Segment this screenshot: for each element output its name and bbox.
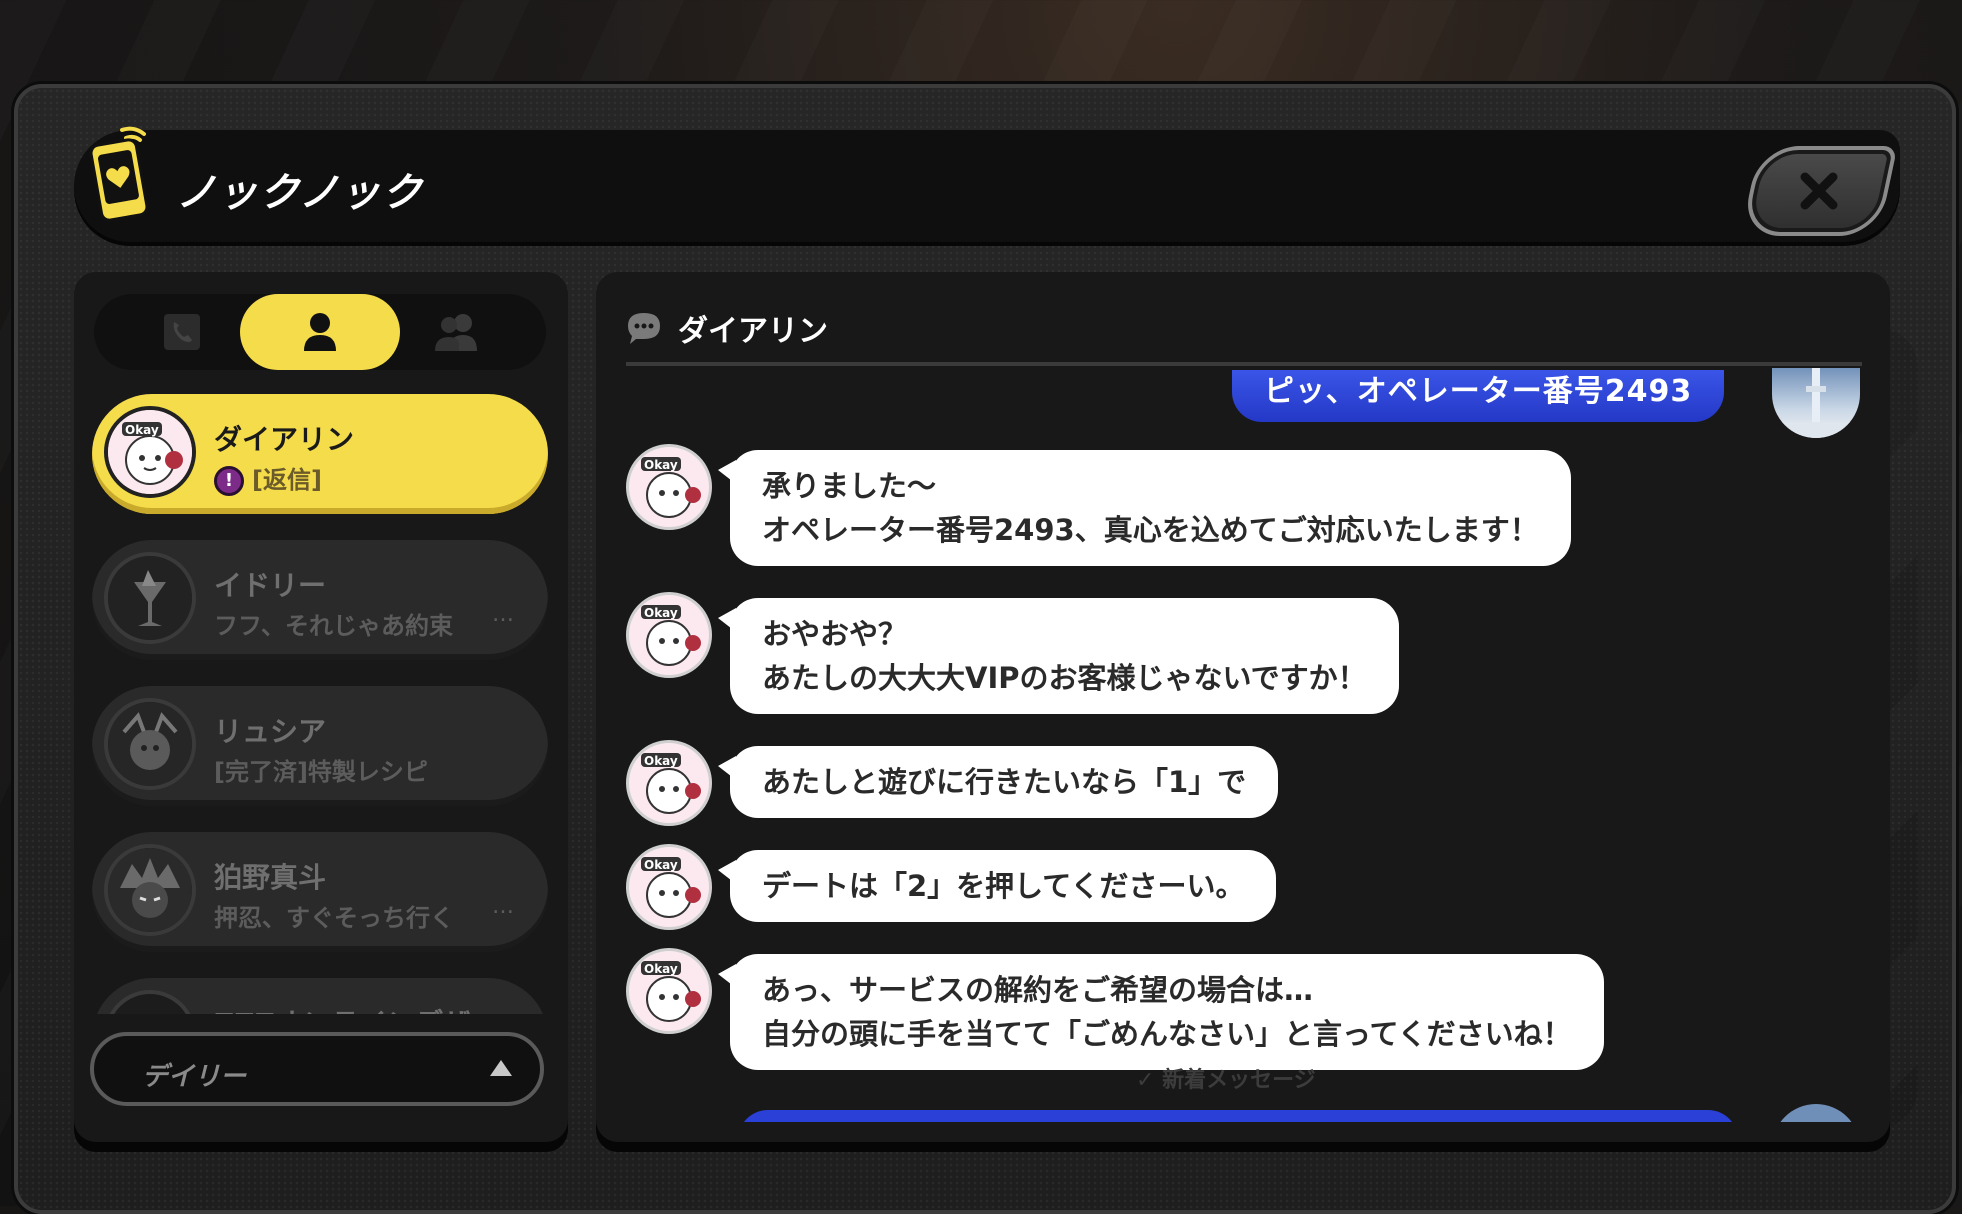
contact-name: ダイアリン [214, 423, 355, 456]
okay-girl-avatar: Okay [626, 948, 712, 1034]
contact-name: リュシア [214, 715, 327, 748]
okay-girl-avatar: Okay [626, 444, 712, 530]
message-bubble: あっ、サービスの解約をご希望の場合は… 自分の頭に手を当てて「ごめんなさい」と言… [718, 954, 1604, 1070]
svg-text:Okay: Okay [644, 858, 678, 872]
chat-header: ダイアリン [626, 306, 828, 350]
contact-item-lucia[interactable]: リュシア [完了済]特製レシピ [92, 686, 548, 806]
triangle-up-icon [490, 1060, 512, 1076]
svg-text:Okay: Okay [644, 458, 678, 472]
phone-heart-icon [88, 124, 162, 224]
contact-item-zzz-online[interactable]: ZZZオンラインデザ … [92, 978, 548, 1014]
message-bubble: 承りました～ オペレーター番号2493、真心を込めてご対応いたします！ [718, 450, 1571, 566]
message-line: デートは「2」を押してくださーい。 [762, 869, 1245, 903]
message-line: あたしの大大大VIPのお客様じゃないですか！ [762, 661, 1367, 695]
tab-groups[interactable] [378, 294, 538, 370]
contact-name: 狛野真斗 [214, 861, 327, 894]
person-icon [304, 313, 336, 351]
okay-girl-avatar: Okay [104, 406, 196, 498]
message-line: おやおや？ [762, 617, 908, 651]
contact-name: ZZZオンラインデザ [214, 1002, 471, 1014]
close-icon [1754, 150, 1884, 232]
reply-status-text: [返信] [252, 466, 322, 494]
svg-text:Okay: Okay [125, 423, 159, 437]
message-bubble: あたしと遊びに行きたいなら「1」で [717, 746, 1279, 818]
close-button[interactable] [1740, 146, 1898, 236]
filter-dropdown[interactable]: デイリー [90, 1032, 544, 1106]
chat-panel: ダイアリン ピッ、オペレーター番号2493 Okay 承りました～ オペレーター… [596, 272, 1890, 1142]
phone-icon [164, 314, 200, 350]
contact-item-komano[interactable]: 狛野真斗 押忍、すぐそっち行く … [92, 832, 548, 952]
svg-text:Okay: Okay [644, 606, 678, 620]
komano-avatar [104, 844, 196, 936]
message-line: あたしと遊びに行きたいなら「1」で [762, 765, 1247, 799]
zzz-avatar [104, 990, 196, 1014]
player-avatar [1772, 368, 1860, 438]
okay-girl-avatar: Okay [626, 592, 712, 678]
message-list[interactable]: ピッ、オペレーター番号2493 Okay 承りました～ オペレーター番号2493… [596, 368, 1890, 1122]
header-divider [626, 362, 1862, 366]
outgoing-message [738, 1110, 1738, 1122]
ellipsis: … [492, 602, 514, 627]
contacts-panel: Okay ダイアリン ! [返信] イドリー フフ、それじゃあ約束 … リュシア… [74, 272, 568, 1142]
contact-preview: 押忍、すぐそっち行く [214, 904, 454, 932]
chat-contact-name: ダイアリン [678, 314, 828, 349]
speech-bubble-icon [628, 313, 660, 344]
contact-tabs [94, 294, 546, 370]
message-line: オペレーター番号2493、真心を込めてご対応いたします！ [762, 513, 1539, 547]
app-title: ノックノック [176, 170, 424, 216]
contact-list: Okay ダイアリン ! [返信] イドリー フフ、それじゃあ約束 … リュシア… [92, 394, 550, 1014]
contact-preview: フフ、それじゃあ約束 [214, 612, 454, 640]
lucia-avatar [104, 698, 196, 790]
contact-name: イドリー [214, 569, 327, 602]
contact-item-idolly[interactable]: イドリー フフ、それじゃあ約束 … [92, 540, 548, 660]
svg-text:Okay: Okay [644, 754, 678, 768]
filter-label: デイリー [142, 1062, 247, 1092]
new-messages-divider: ✓ 新着メッセージ [1136, 1068, 1316, 1093]
message-bubble: デートは「2」を押してくださーい。 [717, 850, 1277, 922]
svg-text:Okay: Okay [644, 962, 678, 976]
contact-item-dialyn[interactable]: Okay ダイアリン ! [返信] [92, 394, 548, 514]
contact-preview: [完了済]特製レシピ [214, 758, 428, 786]
message-bubble: おやおや？ あたしの大大大VIPのお客様じゃないですか！ [718, 598, 1399, 714]
tab-contacts[interactable] [240, 294, 400, 370]
glass-avatar [104, 552, 196, 644]
okay-girl-avatar: Okay [626, 844, 712, 930]
ellipsis: … [492, 894, 514, 919]
okay-girl-avatar: Okay [626, 740, 712, 826]
message-line: 承りました～ [762, 469, 937, 503]
tab-calls[interactable] [102, 294, 262, 370]
message-line: あっ、サービスの解約をご希望の場合は… [762, 973, 1314, 1007]
message-line: 自分の頭に手を当てて「ごめんなさい」と言ってくださいね！ [762, 1017, 1572, 1051]
group-icon [435, 314, 477, 351]
outgoing-message: ピッ、オペレーター番号2493 [1232, 370, 1725, 422]
ellipsis: … [492, 1002, 514, 1014]
contact-preview: ! [返信] [214, 460, 514, 496]
player-avatar [1772, 1104, 1860, 1122]
reply-alert-icon: ! [214, 466, 244, 496]
